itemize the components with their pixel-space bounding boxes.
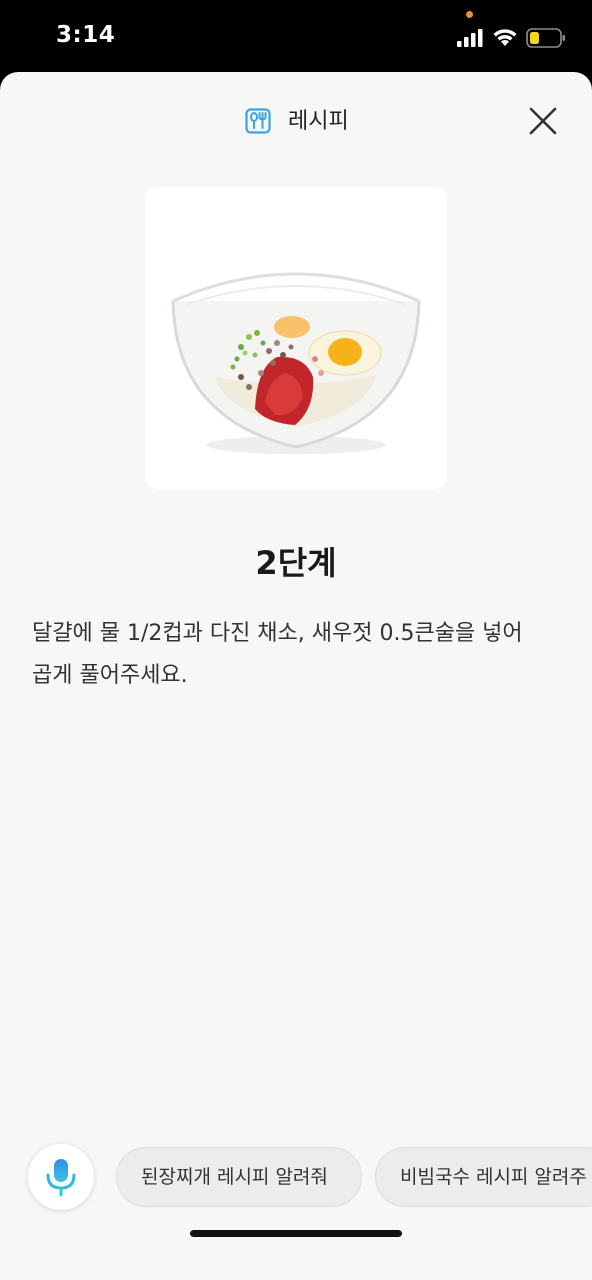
sheet-header: 레시피 (0, 100, 592, 144)
home-indicator[interactable] (190, 1230, 402, 1237)
recipe-sheet: 레시피 2단계 달걀에 물 1/2컵과 다진 채소, 새우젓 0.5큰술을 넣어… (0, 72, 592, 1280)
mixing-bowl-illustration (171, 272, 421, 454)
suggestion-chip[interactable]: 비빔국수 레시피 알려주 (375, 1147, 592, 1207)
step-title: 2단계 (255, 544, 337, 582)
wifi-icon (493, 29, 517, 46)
battery-low-icon (526, 28, 565, 48)
cellular-signal-icon (457, 29, 483, 47)
voice-input-button[interactable] (28, 1144, 94, 1210)
recipe-icon (245, 108, 271, 134)
status-time: 3:14 (56, 22, 116, 48)
status-bar: 3:14 (0, 0, 592, 72)
step-description: 달걀에 물 1/2컵과 다진 채소, 새우젓 0.5큰술을 넣어 곱게 풀어주세… (32, 621, 523, 688)
suggestion-chip[interactable]: 된장찌개 레시피 알려줘 (116, 1147, 362, 1207)
microphone-icon (46, 1159, 76, 1197)
suggestion-bar: 된장찌개 레시피 알려줘 비빔국수 레시피 알려주 (0, 1144, 592, 1214)
close-button[interactable] (526, 104, 560, 138)
close-icon (529, 107, 557, 135)
privacy-indicator-dot (466, 11, 473, 18)
header-title: 레시피 (288, 109, 349, 134)
recipe-step-image (145, 187, 447, 489)
